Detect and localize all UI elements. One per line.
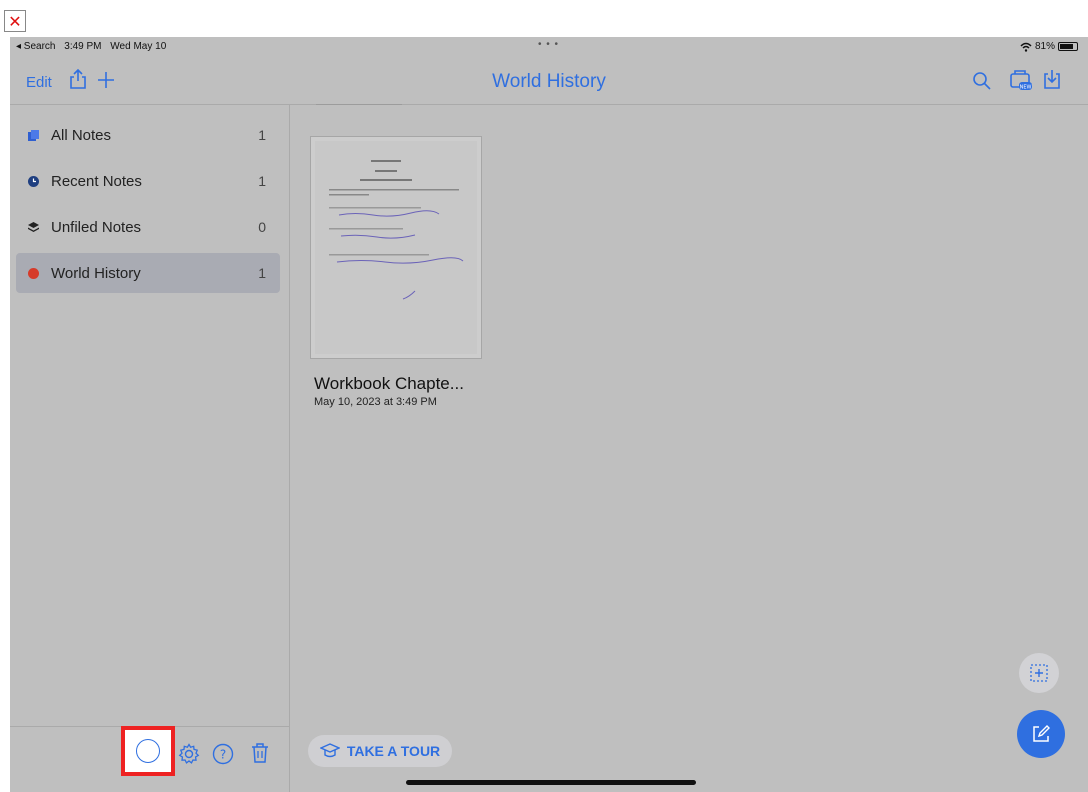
status-right: 81% xyxy=(1020,41,1078,52)
wifi-icon xyxy=(1020,42,1032,52)
import-icon[interactable]: NEW xyxy=(1008,67,1034,93)
sidebar-item-unfiled-notes[interactable]: Unfiled Notes 0 xyxy=(16,207,280,247)
sidebar-item-label: World History xyxy=(51,264,141,282)
sidebar: All Notes 1 Recent Notes 1 Unfiled Notes… xyxy=(10,105,290,792)
multitasking-dots[interactable]: • • • xyxy=(538,39,559,50)
back-to-search-link[interactable]: ◂ Search xyxy=(16,41,55,52)
note-thumbnail[interactable] xyxy=(310,136,482,359)
take-a-tour-button[interactable]: TAKE A TOUR xyxy=(308,735,452,767)
home-indicator[interactable] xyxy=(406,780,696,785)
search-icon[interactable] xyxy=(972,71,992,91)
sidebar-item-label: All Notes xyxy=(51,126,112,144)
content-divider xyxy=(316,104,402,105)
sidebar-item-count: 1 xyxy=(258,265,266,281)
clock-icon xyxy=(28,175,39,187)
status-time: 3:49 PM xyxy=(64,41,102,52)
sidebar-item-label: Unfiled Notes xyxy=(51,218,142,236)
sidebar-item-count: 0 xyxy=(258,219,266,235)
battery-icon xyxy=(1058,42,1078,51)
status-left: ◂ Search 3:49 PM Wed May 10 xyxy=(16,41,166,52)
battery-percent: 81% xyxy=(1034,41,1055,52)
layers-icon xyxy=(28,221,39,232)
sidebar-item-count: 1 xyxy=(258,173,266,189)
handwriting-preview xyxy=(329,160,464,300)
add-frame-icon xyxy=(1030,664,1048,682)
sidebar-item-label: Recent Notes xyxy=(51,172,142,190)
compose-button[interactable] xyxy=(1017,710,1065,758)
compose-icon xyxy=(1033,725,1050,742)
help-icon[interactable]: ? xyxy=(212,743,234,765)
trash-icon[interactable] xyxy=(249,741,271,765)
status-date: Wed May 10 xyxy=(110,41,167,52)
toolbar: Edit World History NEW xyxy=(10,57,1088,105)
sidebar-item-all-notes[interactable]: All Notes 1 xyxy=(16,115,280,155)
download-icon[interactable] xyxy=(1042,68,1062,90)
page-title: World History xyxy=(492,71,606,92)
take-a-tour-label: TAKE A TOUR xyxy=(346,743,441,759)
note-preview-page xyxy=(315,141,477,354)
status-bar: ◂ Search 3:49 PM Wed May 10 • • • 81% xyxy=(10,37,1088,57)
svg-text:NEW: NEW xyxy=(1020,85,1032,91)
svg-text:?: ? xyxy=(220,748,226,762)
sidebar-item-world-history[interactable]: World History 1 xyxy=(16,253,280,293)
spinner-icon xyxy=(136,739,160,763)
sync-highlight-box[interactable] xyxy=(121,726,175,776)
note-title[interactable]: Workbook Chapte... xyxy=(314,374,464,394)
close-icon[interactable]: ✕ xyxy=(4,10,26,32)
sidebar-item-count: 1 xyxy=(258,127,266,143)
graduation-cap-icon xyxy=(319,743,340,758)
notes-stack-icon xyxy=(28,129,39,141)
red-dot-icon xyxy=(28,267,39,279)
note-date: May 10, 2023 at 3:49 PM xyxy=(314,396,437,408)
add-frame-button[interactable] xyxy=(1019,653,1059,693)
app-screen: ◂ Search 3:49 PM Wed May 10 • • • 81% Ed… xyxy=(10,37,1088,792)
sidebar-item-recent-notes[interactable]: Recent Notes 1 xyxy=(16,161,280,201)
gear-icon[interactable] xyxy=(178,743,200,765)
